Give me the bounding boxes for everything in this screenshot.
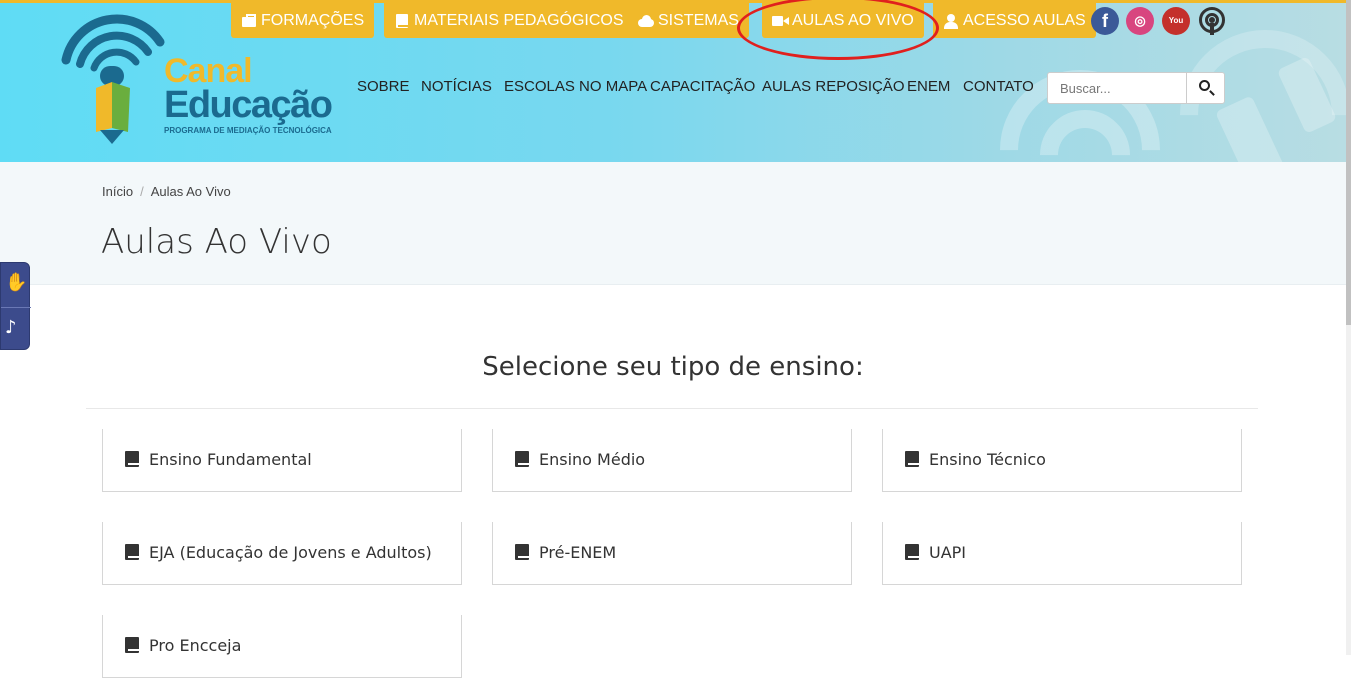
breadcrumb-home-link[interactable]: Início (102, 184, 133, 199)
book-icon (125, 544, 141, 560)
search-input[interactable] (1048, 73, 1188, 103)
section-title: Selecione seu tipo de ensino: (482, 352, 864, 382)
podcast-icon[interactable] (1198, 7, 1226, 35)
card-label: Pro Encceja (149, 636, 242, 655)
page-title: Aulas Ao Vivo (101, 222, 332, 262)
acesso-aulas-label: ACESSO AULAS (963, 12, 1086, 29)
search-box (1047, 72, 1225, 104)
card-label: Ensino Médio (539, 450, 646, 469)
card-ensino-medio[interactable]: Ensino Médio (492, 429, 852, 492)
logo-mark-icon (61, 14, 165, 144)
book-icon (125, 637, 141, 653)
formacoes-label: FORMAÇÕES (261, 12, 365, 29)
audio-description-icon: ♪ (5, 317, 17, 338)
search-icon (1199, 80, 1210, 91)
card-label: UAPI (929, 543, 967, 562)
card-ensino-fundamental[interactable]: Ensino Fundamental (102, 429, 462, 492)
card-label: Ensino Fundamental (149, 450, 312, 469)
cloud-icon (638, 14, 654, 28)
book-icon (905, 451, 921, 467)
card-uapi[interactable]: UAPI (882, 522, 1242, 585)
audio-description-button[interactable]: ♪ (1, 307, 31, 350)
accessibility-widget: ✋ ♪ (0, 262, 31, 350)
sign-language-button[interactable]: ✋ (1, 263, 31, 306)
sistemas-button[interactable]: SISTEMAS (628, 3, 749, 38)
aulas-ao-vivo-label: AULAS AO VIVO (792, 12, 914, 29)
nav-contato[interactable]: CONTATO (963, 78, 1034, 95)
video-camera-icon (772, 14, 789, 28)
card-label: EJA (Educação de Jovens e Adultos) (149, 543, 432, 562)
nav-enem[interactable]: ENEM (907, 78, 950, 95)
nav-capacitacao[interactable]: CAPACITAÇÃO (650, 78, 755, 95)
nav-sobre[interactable]: SOBRE (357, 78, 410, 95)
logo-text-canal: Canal (164, 52, 253, 90)
book-icon (515, 451, 531, 467)
materiais-pedagogicos-button[interactable]: MATERIAIS PEDAGÓGICOS (384, 3, 634, 38)
card-label: Pré-ENEM (539, 543, 617, 562)
aulas-ao-vivo-button[interactable]: AULAS AO VIVO (762, 3, 924, 38)
search-button[interactable] (1186, 73, 1224, 103)
sistemas-label: SISTEMAS (658, 12, 739, 29)
facebook-icon[interactable]: f (1091, 7, 1119, 35)
section-divider (86, 408, 1258, 409)
breadcrumb: Início / Aulas Ao Vivo (102, 184, 231, 199)
book-icon (515, 544, 531, 560)
card-ensino-tecnico[interactable]: Ensino Técnico (882, 429, 1242, 492)
nav-noticias[interactable]: NOTÍCIAS (421, 78, 492, 95)
card-eja[interactable]: EJA (Educação de Jovens e Adultos) (102, 522, 462, 585)
nav-aulas-reposicao[interactable]: AULAS REPOSIÇÃO (762, 78, 905, 95)
logo-text-educacao: Educação (164, 84, 333, 126)
formacoes-button[interactable]: FORMAÇÕES (231, 3, 375, 38)
sign-language-icon: ✋ (5, 272, 28, 293)
book-icon (394, 13, 410, 28)
user-icon (943, 13, 959, 29)
youtube-icon[interactable]: You (1162, 7, 1190, 35)
materiais-pedagogicos-label: MATERIAIS PEDAGÓGICOS (414, 12, 624, 29)
logo-tagline: PROGRAMA DE MEDIAÇÃO TECNOLÓGICA (164, 126, 332, 135)
podcast-stem (1210, 23, 1214, 35)
vertical-scrollbar[interactable] (1346, 0, 1351, 655)
acesso-aulas-button[interactable]: ACESSO AULAS (933, 3, 1096, 38)
card-label: Ensino Técnico (929, 450, 1046, 469)
book-icon (125, 451, 141, 467)
briefcase-icon (241, 13, 257, 28)
nav-escolas-no-mapa[interactable]: ESCOLAS NO MAPA (504, 78, 647, 95)
card-pro-encceja[interactable]: Pro Encceja (102, 615, 462, 678)
card-pre-enem[interactable]: Pré-ENEM (492, 522, 852, 585)
book-icon (905, 544, 921, 560)
breadcrumb-separator: / (140, 184, 144, 199)
instagram-icon[interactable]: ◎ (1126, 7, 1154, 35)
breadcrumb-current: Aulas Ao Vivo (150, 184, 231, 199)
scrollbar-thumb[interactable] (1346, 0, 1351, 325)
site-header: Canal Educação PROGRAMA DE MEDIAÇÃO TECN… (0, 0, 1346, 162)
